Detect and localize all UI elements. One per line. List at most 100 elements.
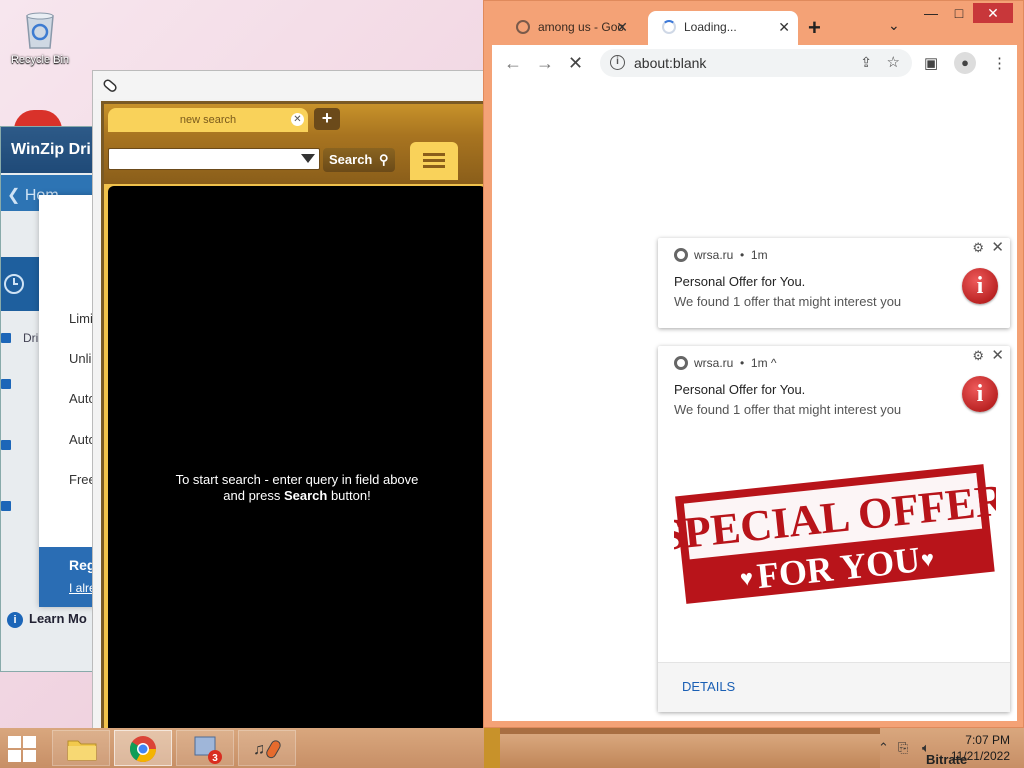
chrome-icon <box>674 356 688 370</box>
chrome-tab-label: among us - Goo <box>538 20 625 34</box>
checkbox[interactable] <box>1 501 11 511</box>
clock-time: 7:07 PM <box>965 733 1010 747</box>
network-icon[interactable]: ⎘ <box>898 740 908 756</box>
start-button[interactable] <box>8 736 38 762</box>
notification-time: 1m <box>750 356 768 370</box>
minimize-button[interactable]: — <box>917 5 945 21</box>
chevron-up-icon[interactable]: ^ <box>771 356 777 370</box>
info-icon: i <box>7 612 23 628</box>
profile-icon[interactable]: ● <box>954 52 976 74</box>
close-icon[interactable]: ✕ <box>616 11 628 43</box>
new-tab-button[interactable]: + <box>808 15 821 41</box>
chrome-tab[interactable]: among us - Goo ✕ <box>506 11 636 45</box>
notification-title: Personal Offer for You. <box>674 382 806 397</box>
close-icon[interactable]: ✕ <box>991 238 1004 256</box>
notification-message: We found 1 offer that might interest you <box>674 402 902 417</box>
new-tab-button[interactable]: + <box>314 108 340 130</box>
chrome-tabstrip: among us - Goo ✕ Loading... ✕ + ⌄ — □ ✕ <box>484 1 1023 45</box>
globe-icon <box>516 20 530 34</box>
notification-source: wrsa.ru <box>694 356 734 370</box>
notification-card-expanded[interactable]: wrsa.ru • 1m ^ ⚙ ✕ Personal Offer for Yo… <box>657 346 1010 712</box>
gear-icon[interactable]: ⚙ <box>972 240 984 256</box>
winzip-option-row: Limi <box>69 311 93 326</box>
notification-source: wrsa.ru <box>694 248 734 262</box>
info-icon[interactable]: i <box>610 55 625 70</box>
star-icon[interactable]: ☆ <box>887 53 900 71</box>
window-controls: — □ ✕ <box>917 3 1013 23</box>
winzip-list-header-label: Dri <box>23 331 39 345</box>
winzip-title: WinZip Dri <box>1 127 99 173</box>
close-icon[interactable]: ✕ <box>778 11 790 43</box>
back-icon[interactable]: ← <box>504 53 522 74</box>
loading-spinner-icon <box>662 20 676 34</box>
search-app-titlebar <box>93 71 489 99</box>
chrome-taskbar-button[interactable] <box>114 730 172 766</box>
info-icon: i <box>962 376 998 412</box>
taskbar-window-strip <box>500 728 880 768</box>
search-input[interactable] <box>108 148 320 170</box>
search-icon: ⚲ <box>379 152 389 167</box>
chrome-toolbar: ← → ✕ i about:blank ⇪ ☆ ▣ ● ⋮ <box>492 45 1017 81</box>
winzip-list-header: Dri <box>1 331 39 345</box>
address-bar[interactable]: i about:blank ⇪ ☆ <box>600 49 912 77</box>
winzip-option-row: Unli <box>69 351 92 366</box>
search-tabbar: new search ✕ + <box>104 104 491 136</box>
chevron-up-icon[interactable]: ⌃ <box>878 740 889 756</box>
windows-logo-icon <box>8 736 21 748</box>
notification-title: Personal Offer for You. <box>674 274 806 289</box>
search-app-bottom <box>484 728 500 768</box>
special-offer-stamp: SPECIAL OFFER FOR YOU ♥ ♥ <box>657 464 1010 604</box>
search-tab-label: new search <box>179 114 237 126</box>
heart-icon: ♥ <box>739 565 755 591</box>
taskbar: 3 ♫ ⌃ ⎘ 🔈︎ 7:07 PM 11/21/2022 <box>0 728 1024 768</box>
stop-icon[interactable]: ✕ <box>568 53 583 74</box>
details-button[interactable]: DETAILS <box>682 679 735 694</box>
search-hint-line2: and press Search button! <box>108 488 486 504</box>
special-offer-image: SPECIAL OFFER FOR YOU ♥ ♥ <box>657 450 1010 620</box>
network-app-icon: 3 <box>194 736 222 764</box>
winzip-learn-more-label: Learn Mo <box>29 611 87 626</box>
chevron-down-icon[interactable] <box>301 154 315 163</box>
notification-card[interactable]: wrsa.ru • 1m ⚙ ✕ Personal Offer for You.… <box>658 238 1010 328</box>
address-text: about:blank <box>634 55 707 71</box>
winzip-register-box[interactable]: Reg I alre <box>39 547 99 607</box>
close-icon[interactable]: ✕ <box>291 113 304 126</box>
app-taskbar-button[interactable]: 3 <box>176 730 234 766</box>
menu-button[interactable] <box>410 142 458 180</box>
chevron-down-icon[interactable]: ⌄ <box>888 17 900 34</box>
checkbox[interactable] <box>1 440 11 450</box>
search-button[interactable]: Search ⚲ <box>323 148 395 172</box>
notification-meta: wrsa.ru • 1m <box>674 248 768 262</box>
recycle-bin-shortcut[interactable]: Recycle Bin <box>8 8 72 66</box>
more-menu-icon[interactable]: ⋮ <box>992 54 1007 72</box>
search-results-area: To start search - enter query in field a… <box>108 186 486 734</box>
recycle-bin-label: Recycle Bin <box>10 54 70 66</box>
share-icon[interactable]: ⇪ <box>860 54 872 71</box>
back-icon: ❮ <box>7 187 21 204</box>
file-explorer-taskbar-button[interactable] <box>52 730 110 766</box>
forward-icon[interactable]: → <box>536 53 554 74</box>
maximize-button[interactable]: □ <box>945 5 973 21</box>
gear-icon[interactable]: ⚙ <box>972 348 984 364</box>
chrome-tab-active[interactable]: Loading... ✕ <box>648 11 798 45</box>
bitrate-label: Bitrate <box>926 752 968 767</box>
notification-message: We found 1 offer that might interest you <box>674 294 902 309</box>
hint-bold: Search <box>283 488 328 503</box>
search-tab[interactable]: new search ✕ <box>108 108 308 132</box>
heart-icon: ♥ <box>920 546 936 572</box>
checkbox[interactable] <box>1 379 11 389</box>
clock-icon <box>4 274 24 294</box>
checkbox[interactable] <box>1 333 11 343</box>
recycle-bin-icon <box>22 8 58 49</box>
search-app-window: new search ✕ + Search ⚲ To start search … <box>92 70 491 734</box>
info-icon: i <box>962 268 998 304</box>
search-button-label: Search <box>329 152 373 167</box>
notification-actions: DETAILS <box>658 662 1010 712</box>
close-window-button[interactable]: ✕ <box>973 3 1013 23</box>
search-app-body: new search ✕ + Search ⚲ To start search … <box>101 101 491 734</box>
media-taskbar-button[interactable]: ♫ <box>238 730 296 766</box>
side-panel-icon[interactable]: ▣ <box>924 54 938 72</box>
close-icon[interactable]: ✕ <box>991 346 1004 364</box>
hint-suffix: button! <box>327 488 371 503</box>
winzip-learn-more[interactable]: i Learn Mo <box>7 611 87 628</box>
